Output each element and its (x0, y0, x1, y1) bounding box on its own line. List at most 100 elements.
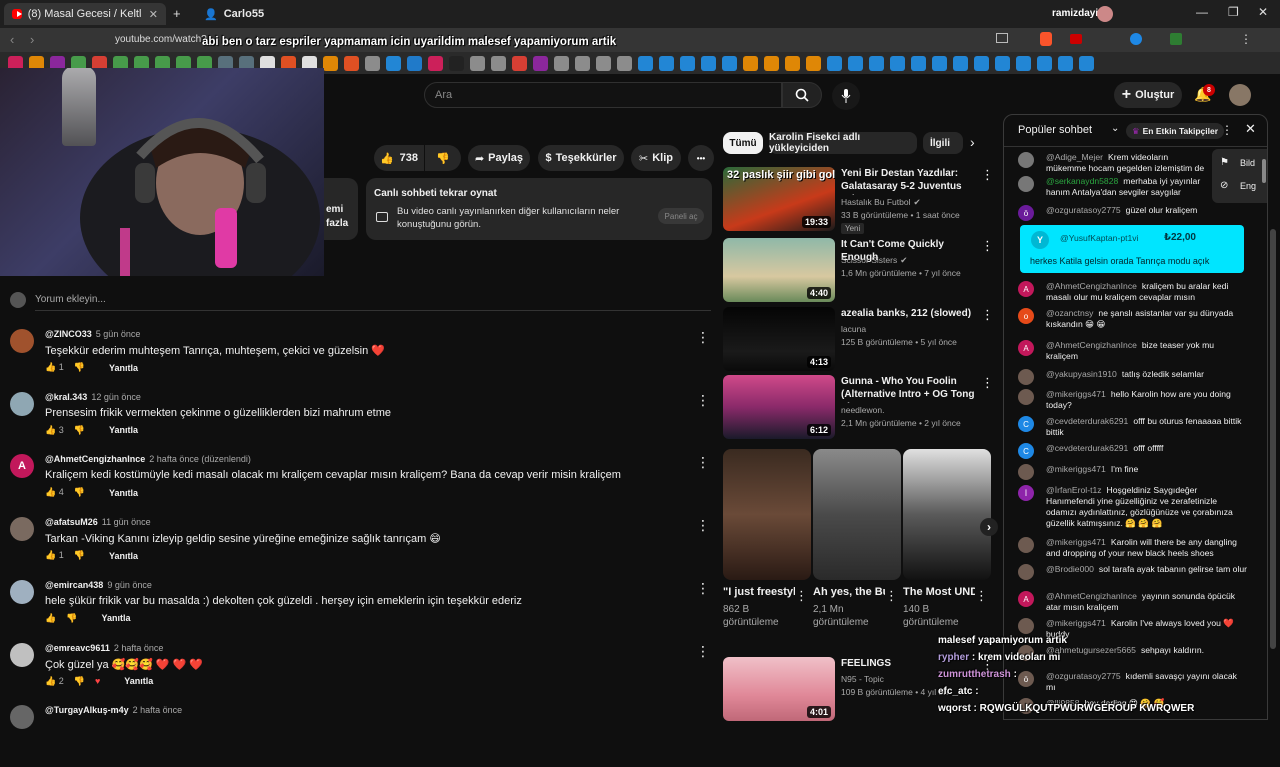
video-channel[interactable]: Scissor Sisters ✔ (841, 255, 907, 266)
chat-mode-label[interactable]: Popüler sohbet (1018, 124, 1092, 136)
extension-icon[interactable] (1070, 34, 1082, 44)
back-arrow-icon[interactable]: ‹ (10, 32, 14, 47)
commenter-avatar[interactable] (10, 329, 34, 353)
comment-like-button[interactable]: 👍 (45, 613, 56, 624)
short-thumbnail[interactable] (813, 449, 901, 580)
commenter-avatar[interactable] (10, 642, 34, 667)
cast-icon[interactable] (996, 33, 1008, 43)
video-menu-icon[interactable]: ⋮ (981, 375, 994, 391)
comment-dislike-button[interactable]: 👎 (74, 487, 85, 498)
comment-dislike-button[interactable]: 👎 (74, 676, 85, 687)
commenter-avatar[interactable] (10, 391, 34, 416)
bookmark-icon[interactable] (1037, 55, 1052, 71)
menu-item-block[interactable]: Eng (1240, 181, 1256, 191)
comment-author[interactable]: @emircan438 9 gün önce (45, 580, 152, 590)
bookmark-icon[interactable] (1058, 55, 1073, 71)
related-video[interactable]: 4:13 azealia banks, 212 (slowed) lacuna 125… (723, 307, 1003, 371)
add-comment-input[interactable]: Yorum ekleyin... (35, 294, 106, 305)
like-button[interactable]: 👍 738 (374, 145, 424, 171)
chat-author[interactable]: @serkanaydn5828 (1046, 176, 1118, 186)
comment-author[interactable]: @kral.343 12 gün önce (45, 392, 141, 402)
comment-like-button[interactable]: 👍 3 (45, 425, 64, 436)
short-thumbnail[interactable] (723, 449, 811, 580)
video-menu-icon[interactable]: ⋮ (981, 167, 994, 183)
chat-author[interactable]: @AhmetCengizhanInce (1046, 281, 1137, 291)
bookmark-icon[interactable] (512, 55, 527, 71)
chat-author[interactable]: @ozguratasoy2775 (1046, 205, 1121, 215)
bookmark-icon[interactable] (449, 55, 464, 71)
close-window-button[interactable]: ✕ (1258, 5, 1268, 19)
video-channel[interactable]: lacuna (841, 324, 866, 334)
short-thumbnail[interactable] (903, 449, 991, 580)
reply-button[interactable]: Yanıtla (101, 613, 130, 623)
comment-menu-icon[interactable]: ⋮ (696, 517, 710, 534)
extension-icon[interactable] (1170, 33, 1182, 45)
bookmark-icon[interactable] (491, 55, 506, 71)
profile-avatar[interactable] (1097, 6, 1113, 22)
chat-author[interactable]: @cevdeterdurak6291 (1046, 443, 1128, 453)
chat-scrollbar[interactable] (1262, 159, 1266, 183)
more-actions-button[interactable]: ••• (688, 145, 714, 171)
author-handle[interactable]: @TurgayAlkuş-m4y (45, 705, 129, 715)
comment-menu-icon[interactable]: ⋮ (696, 454, 710, 471)
comment-like-button[interactable]: 👍 2 (45, 676, 64, 687)
video-title[interactable]: azealia banks, 212 (slowed) (841, 307, 979, 320)
reply-button[interactable]: Yanıtla (109, 488, 138, 498)
comment-author[interactable]: @ZINCO33 5 gün önce (45, 329, 140, 339)
commenter-avatar[interactable]: A (10, 454, 34, 479)
author-handle[interactable]: @emreavc9611 (45, 643, 110, 653)
bookmark-icon[interactable] (617, 55, 632, 71)
comment-menu-icon[interactable]: ⋮ (696, 580, 710, 597)
comment-menu-icon[interactable]: ⋮ (696, 329, 710, 346)
bookmark-icon[interactable] (911, 55, 926, 71)
bookmark-icon[interactable] (344, 55, 359, 71)
create-button[interactable]: + Oluştur (1114, 82, 1182, 108)
reply-button[interactable]: Yanıtla (109, 363, 138, 373)
url-field[interactable]: youtube.com/watch? (115, 34, 207, 45)
thanks-button[interactable]: $ Teşekkürler (538, 145, 624, 171)
chat-author[interactable]: @AhmetCengizhanInce (1046, 591, 1137, 601)
reply-button[interactable]: Yanıtla (109, 551, 138, 561)
commenter-avatar[interactable] (10, 705, 34, 730)
bookmark-icon[interactable] (1016, 55, 1031, 71)
bookmark-icon[interactable] (806, 55, 821, 71)
video-title[interactable]: Yeni Bir Destan Yazdılar: Galatasaray 5-… (841, 167, 979, 195)
new-tab-button[interactable]: + (173, 6, 181, 21)
shorts-next-button[interactable]: › (980, 518, 998, 536)
comment-dislike-button[interactable]: 👎 (74, 425, 85, 436)
comment-author[interactable]: @TurgayAlkuş-m4y 2 hafta önce (45, 705, 182, 715)
search-input[interactable]: Ara (435, 89, 452, 101)
bookmark-icon[interactable] (995, 55, 1010, 71)
chevron-right-icon[interactable]: › (970, 134, 975, 150)
tab-carlo55[interactable]: 👤 Carlo55 (196, 3, 316, 25)
bookmark-icon[interactable] (1079, 55, 1094, 71)
video-channel[interactable]: needlewon. (841, 405, 884, 415)
bookmark-icon[interactable] (596, 55, 611, 71)
bookmark-icon[interactable] (932, 55, 947, 71)
comment-author[interactable]: @emreavc9611 2 hafta önce (45, 643, 163, 653)
video-thumbnail[interactable]: 4:40 (723, 238, 835, 302)
bookmark-icon[interactable] (701, 55, 716, 71)
video-menu-icon[interactable]: ⋮ (981, 307, 994, 323)
bookmark-icon[interactable] (722, 55, 737, 71)
bookmark-icon[interactable] (659, 55, 674, 71)
chat-author[interactable]: @mikeriggs471 (1046, 537, 1106, 547)
open-panel-button[interactable]: Paneli aç (658, 208, 704, 224)
video-thumbnail[interactable]: 4:13 (723, 307, 835, 371)
video-channel[interactable]: N95 - Topic (841, 674, 884, 684)
page-scrollbar[interactable] (1270, 229, 1276, 649)
bookmark-icon[interactable] (575, 55, 590, 71)
chip-all[interactable]: Tümü (723, 132, 763, 154)
author-handle[interactable]: @afatsuM26 (45, 517, 98, 527)
chat-author[interactable]: @yakupyasin1910 (1046, 369, 1117, 379)
chat-author[interactable]: @cevdeterdurak6291 (1046, 416, 1128, 426)
bookmark-icon[interactable] (743, 55, 758, 71)
comment-author[interactable]: @AhmetCengizhanInce 2 hafta önce (düzenle… (45, 454, 251, 464)
comment-menu-icon[interactable]: ⋮ (696, 643, 710, 660)
bookmark-icon[interactable] (764, 55, 779, 71)
comment-menu-icon[interactable]: ⋮ (696, 392, 710, 409)
video-thumbnail[interactable]: 4:01 (723, 657, 835, 721)
chat-author[interactable]: @mikeriggs471 (1046, 464, 1106, 474)
extension-icon[interactable] (1130, 33, 1142, 45)
author-handle[interactable]: @emircan438 (45, 580, 103, 590)
